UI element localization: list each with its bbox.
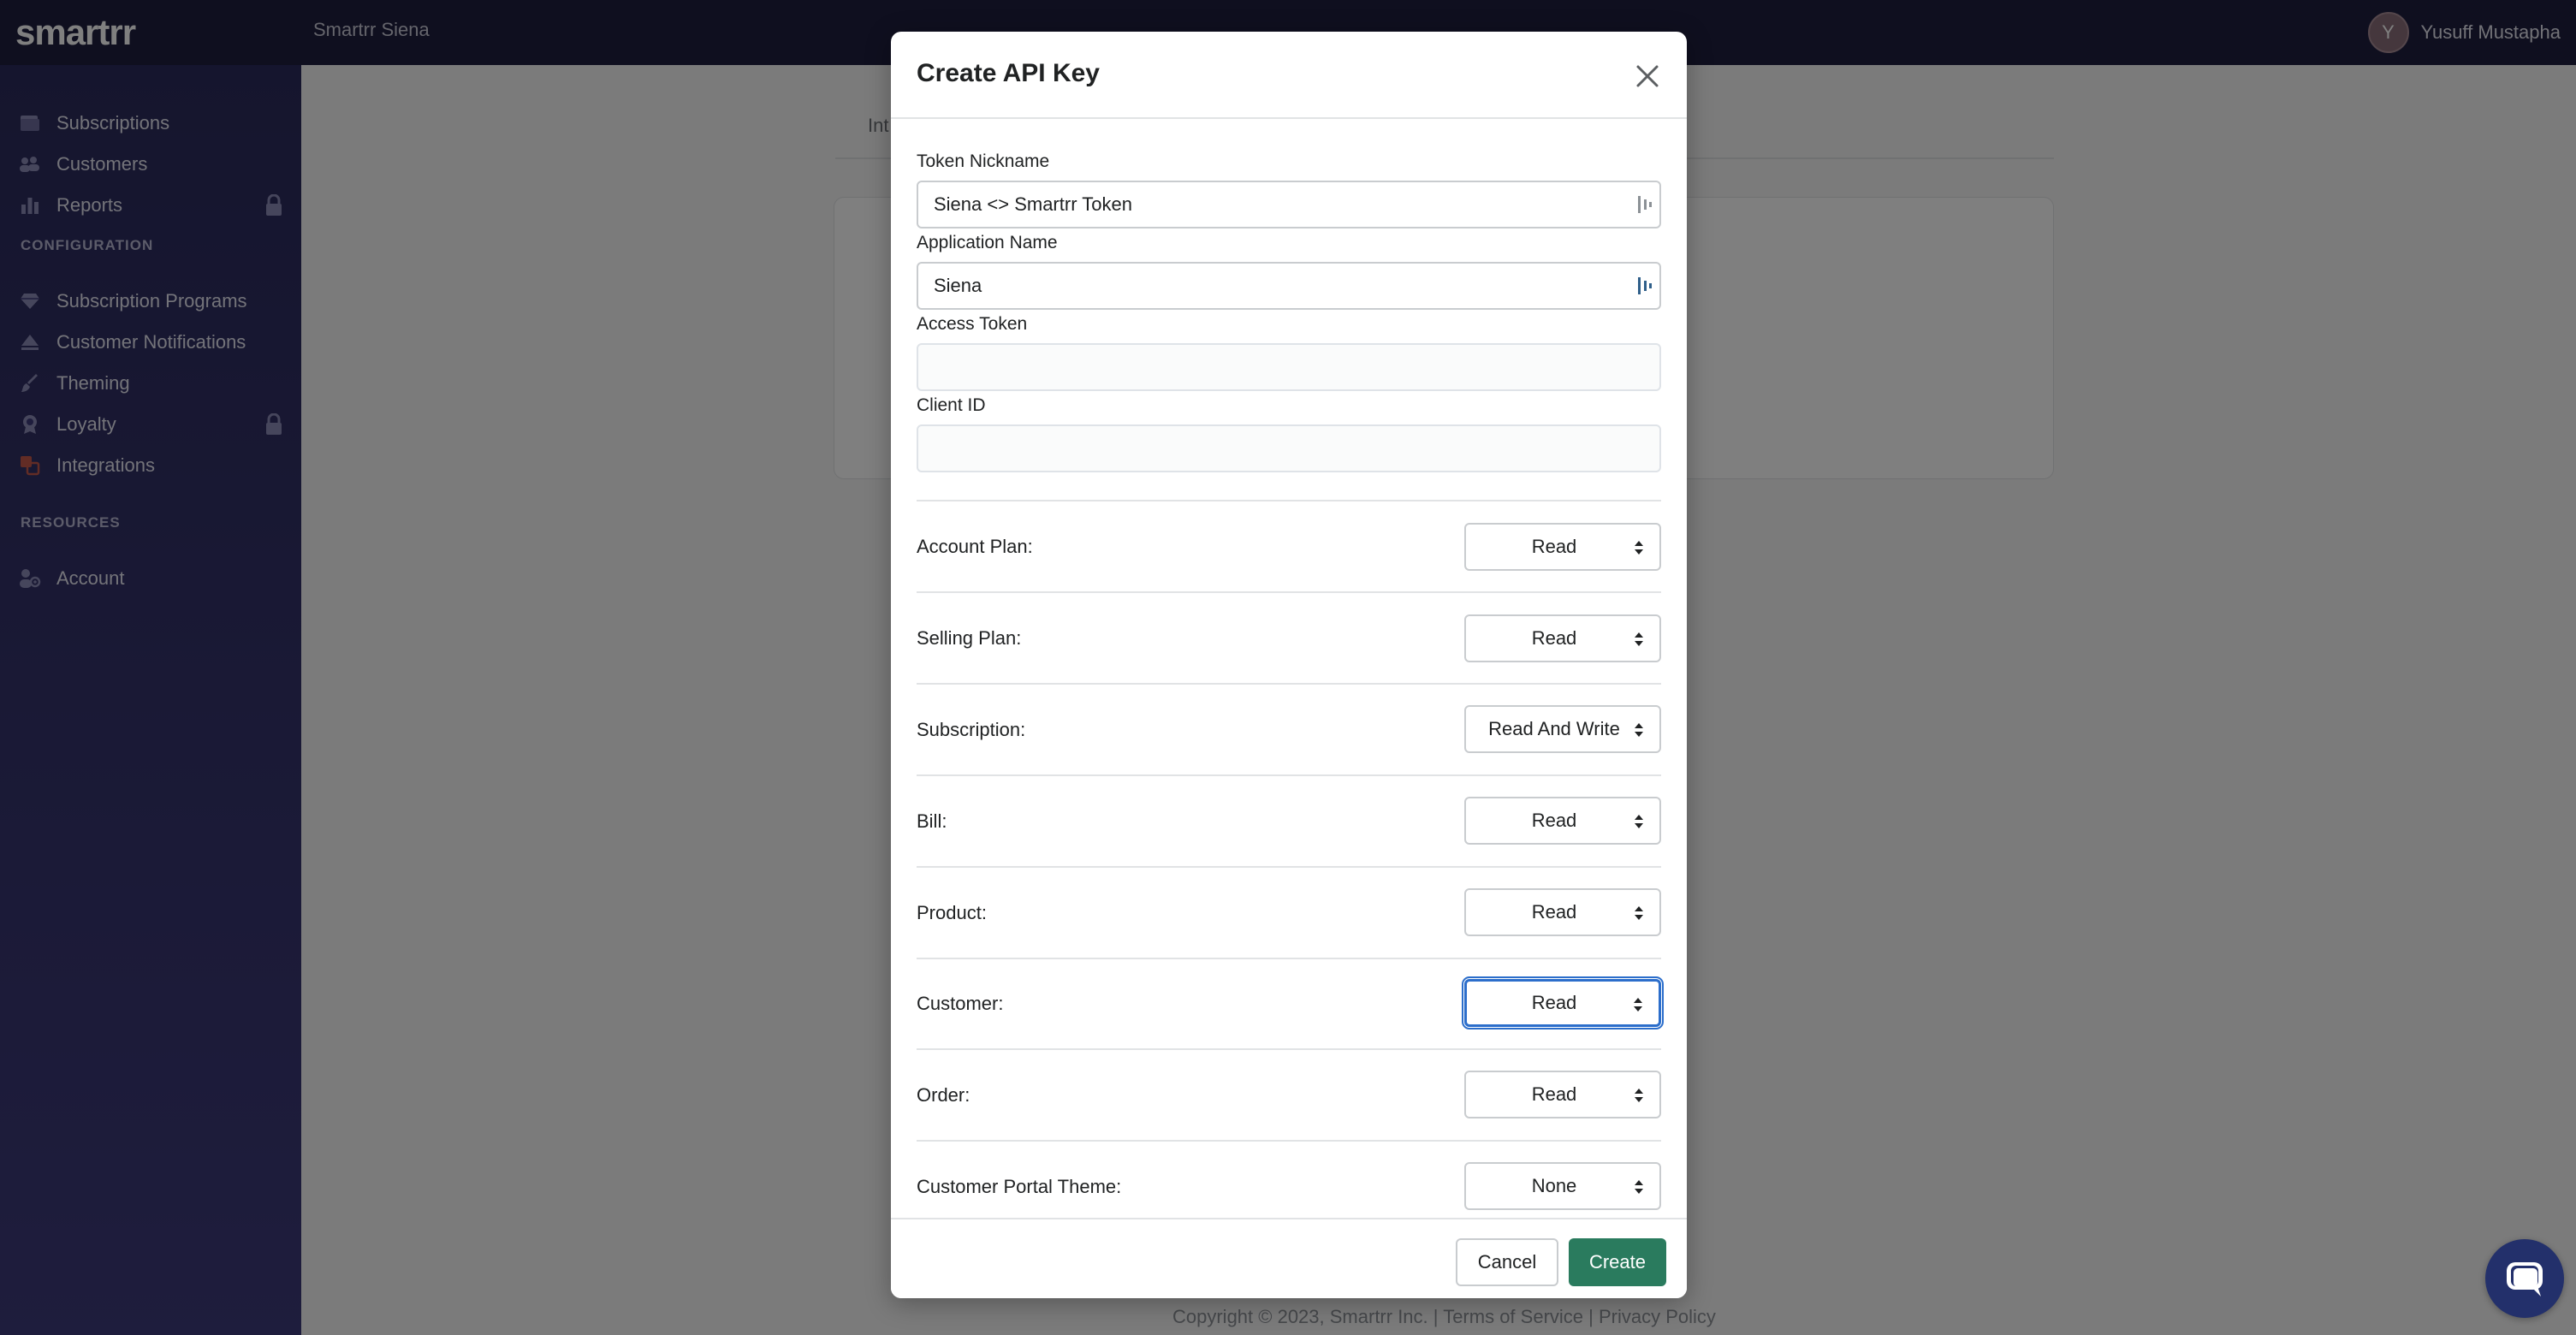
selling-plan-select[interactable]: Read [1464, 614, 1661, 662]
access-token-label: Access Token [917, 314, 1028, 334]
divider [917, 500, 1661, 501]
close-icon [1636, 65, 1659, 87]
permission-label-product: Product: [917, 902, 987, 923]
divider [917, 866, 1661, 868]
select-value: Read And Write [1488, 718, 1620, 739]
client-id-label: Client ID [917, 395, 986, 415]
select-arrows-icon [1635, 541, 1643, 555]
select-arrows-icon [1635, 632, 1643, 646]
divider [917, 958, 1661, 959]
select-arrows-icon [1635, 906, 1643, 920]
select-arrows-icon [1634, 998, 1642, 1012]
modal-header: Create API Key [891, 32, 1687, 119]
select-arrows-icon [1635, 1089, 1643, 1102]
customer-select[interactable]: Read [1462, 976, 1664, 1029]
token-nickname-label: Token Nickname [917, 151, 1050, 171]
permission-label-customer-portal-theme: Customer Portal Theme: [917, 1176, 1122, 1197]
select-value: Read [1531, 901, 1577, 923]
permission-label-bill: Bill: [917, 810, 947, 832]
select-arrows-icon [1635, 723, 1643, 737]
divider [917, 1140, 1661, 1142]
product-select[interactable]: Read [1464, 888, 1661, 936]
customer-portal-theme-select[interactable]: None [1464, 1162, 1661, 1210]
divider [917, 1048, 1661, 1050]
select-value: Read [1531, 992, 1577, 1013]
select-value: None [1531, 1175, 1577, 1196]
subscription-select[interactable]: Read And Write [1464, 705, 1661, 753]
divider [917, 774, 1661, 776]
select-value: Read [1531, 1083, 1577, 1105]
select-value: Read [1531, 536, 1577, 557]
cancel-button[interactable]: Cancel [1456, 1238, 1558, 1286]
account-plan-select[interactable]: Read [1464, 523, 1661, 571]
token-nickname-input[interactable] [917, 181, 1661, 228]
create-button[interactable]: Create [1569, 1238, 1666, 1286]
password-manager-icon[interactable] [1635, 276, 1654, 296]
modal-title: Create API Key [917, 59, 1100, 87]
order-select[interactable]: Read [1464, 1071, 1661, 1118]
application-name-input[interactable] [917, 262, 1661, 310]
divider [917, 591, 1661, 593]
select-arrows-icon [1635, 1180, 1643, 1194]
close-button[interactable] [1630, 59, 1665, 93]
password-manager-icon[interactable] [1635, 194, 1654, 215]
select-value: Read [1531, 810, 1577, 831]
select-arrows-icon [1635, 815, 1643, 828]
permission-label-subscription: Subscription: [917, 719, 1026, 740]
divider [917, 683, 1661, 685]
chat-icon [2507, 1262, 2543, 1296]
select-value: Read [1531, 627, 1577, 649]
permission-label-account-plan: Account Plan: [917, 536, 1033, 557]
permission-label-selling-plan: Selling Plan: [917, 627, 1022, 649]
permission-label-customer: Customer: [917, 993, 1004, 1014]
chat-widget-button[interactable] [2485, 1239, 2564, 1318]
application-name-label: Application Name [917, 233, 1058, 252]
client-id-input[interactable] [917, 424, 1661, 472]
create-api-key-modal: Create API Key Token Nickname Applicatio… [891, 32, 1687, 1298]
modal-footer [891, 1218, 1687, 1298]
bill-select[interactable]: Read [1464, 797, 1661, 845]
permission-label-order: Order: [917, 1084, 970, 1106]
access-token-input[interactable] [917, 343, 1661, 391]
